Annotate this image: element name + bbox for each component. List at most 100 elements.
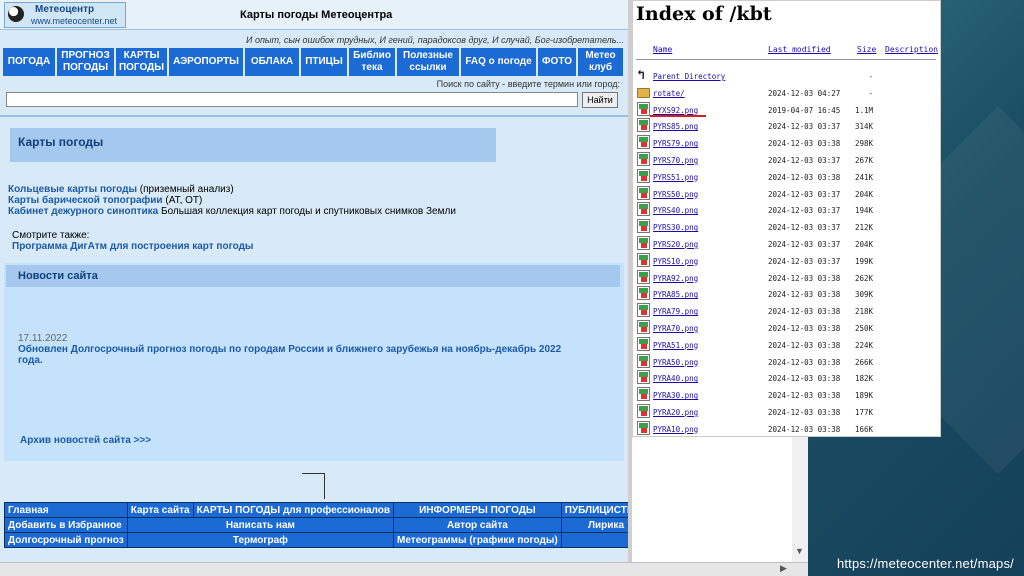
file-date: 2024-12-03 03:37 — [768, 156, 841, 165]
footer-sitemap[interactable]: Карта сайта — [126, 502, 194, 518]
file-row: PYRA40.png 2024-12-03 03:38 182K — [633, 370, 940, 387]
image-file-icon — [637, 202, 650, 217]
nav-item-links[interactable]: Полезные ссылки — [396, 47, 460, 77]
file-name-link[interactable]: PYRA50.png — [653, 358, 698, 367]
news-title: Новости сайта — [18, 270, 98, 282]
file-date: 2024-12-03 03:38 — [768, 139, 841, 149]
image-file-icon — [637, 118, 650, 133]
footer-home[interactable]: Главная — [4, 502, 128, 518]
file-name-link[interactable]: PYRS40.png — [653, 206, 698, 215]
vertical-scrollbar[interactable] — [792, 437, 808, 562]
file-name-link[interactable]: PYRS85.png — [653, 122, 698, 131]
nav-item-photo[interactable]: ФОТО — [537, 47, 577, 77]
news-item-link[interactable]: Обновлен Долгосрочный прогноз погоды по … — [18, 344, 588, 366]
baric-maps-link[interactable]: Карты барической топографии — [8, 195, 163, 206]
file-name-link[interactable]: PYRS51.png — [653, 173, 698, 182]
file-name-link[interactable]: PYRA20.png — [653, 408, 698, 417]
footer-publicism[interactable]: ПУБЛИЦИСТИКА — [560, 502, 628, 518]
footer-lyrics[interactable]: Лирика — [560, 517, 628, 533]
file-size: 241K — [855, 172, 874, 182]
file-name-link[interactable]: Parent Directory — [653, 72, 725, 81]
file-row: PYRS50.png 2024-12-03 03:37 204K — [633, 185, 940, 203]
scroll-down-icon[interactable]: ▼ — [795, 546, 804, 556]
cabinet-link[interactable]: Кабинет дежурного синоптика — [8, 206, 158, 217]
file-name-link[interactable]: PYRA51.png — [653, 341, 698, 350]
digatm-link[interactable]: Программа ДигАтм для построения карт пог… — [12, 241, 253, 252]
url-caption: https://meteocenter.net/maps/ — [836, 556, 1014, 571]
image-file-icon — [637, 252, 650, 267]
file-size: 166K — [855, 424, 874, 434]
search-input[interactable] — [6, 92, 578, 107]
footer-table: Главная Карта сайта КАРТЫ ПОГОДЫ для про… — [4, 502, 628, 548]
image-file-icon — [637, 269, 650, 284]
file-size: 177K — [855, 408, 874, 417]
file-date: 2024-12-03 03:38 — [768, 290, 841, 300]
news-archive-link[interactable]: Архив новостей сайта >>> — [20, 435, 151, 446]
nav-item-forecast[interactable]: ПРОГНОЗ ПОГОДЫ — [56, 47, 115, 77]
footer-favorites[interactable]: Добавить в Избранное — [4, 517, 128, 533]
file-row: PYRA50.png 2024-12-03 03:38 266K — [633, 353, 940, 371]
footer-meteograms[interactable]: Метеограммы (графики погоды) — [393, 532, 562, 548]
nav-item-airports[interactable]: АЭРОПОРТЫ — [168, 47, 244, 77]
horizontal-scrollbar[interactable] — [0, 562, 808, 576]
file-name-link[interactable]: PYRS20.png — [653, 240, 698, 249]
search-button[interactable]: Найти — [582, 92, 618, 108]
file-date: 2019-04-07 16:45 — [768, 105, 841, 115]
nav-item-weather[interactable]: ПОГОДА — [2, 47, 56, 77]
scroll-right-icon[interactable]: ▶ — [780, 563, 787, 574]
file-size: 194K — [855, 206, 874, 216]
ring-maps-link[interactable]: Кольцевые карты погоды — [8, 184, 137, 195]
footer-long-forecast[interactable]: Долгосрочный прогноз — [4, 532, 128, 548]
file-name-link[interactable]: rotate/ — [653, 89, 685, 98]
column-last-modified[interactable]: Last modified — [768, 45, 831, 54]
footer-author[interactable]: Автор сайта — [393, 517, 562, 533]
file-size: 224K — [855, 340, 874, 350]
file-name-link[interactable]: PYRS50.png — [653, 190, 698, 199]
column-name[interactable]: Name — [653, 45, 672, 54]
file-row: PYRS85.png 2024-12-03 03:37 314K — [633, 118, 940, 135]
file-name-link[interactable]: PYRS30.png — [653, 223, 698, 232]
file-date: 2024-12-03 03:38 — [768, 391, 841, 401]
file-name-link[interactable]: PYRA70.png — [653, 324, 698, 333]
file-name-link[interactable]: PYRA79.png — [653, 307, 698, 316]
image-file-icon — [637, 420, 650, 435]
header-divider — [0, 115, 628, 117]
nav-item-library[interactable]: Библио тека — [348, 47, 396, 77]
nav-item-faq[interactable]: FAQ о погоде — [460, 47, 537, 77]
nav-item-clouds[interactable]: ОБЛАКА — [244, 47, 300, 77]
image-file-icon — [637, 219, 650, 234]
footer-thermograph[interactable]: Термограф — [126, 532, 395, 548]
news-date: 17.11.2022 — [18, 333, 68, 344]
file-name-link[interactable]: PYXS92.png — [653, 106, 698, 115]
file-date: 2024-12-03 03:37 — [768, 256, 841, 266]
nav-item-club[interactable]: Метео клуб — [577, 47, 624, 77]
footer-pro-maps[interactable]: КАРТЫ ПОГОДЫ для профессионалов — [192, 502, 395, 518]
see-also-label: Смотрите также: — [12, 230, 90, 241]
file-name-link[interactable]: PYRA40.png — [653, 374, 698, 383]
nav-item-weather-maps[interactable]: КАРТЫ ПОГОДЫ — [115, 47, 168, 77]
baric-maps-desc: (АТ, ОТ) — [162, 195, 203, 206]
column-description[interactable]: Description — [885, 45, 938, 54]
file-name-link[interactable]: PYRS70.png — [653, 156, 698, 165]
file-name-link[interactable]: PYRA30.png — [653, 391, 698, 400]
footer-informers[interactable]: ИНФОРМЕРЫ ПОГОДЫ — [393, 502, 562, 518]
file-name-link[interactable]: PYRA85.png — [653, 290, 698, 299]
file-date: 2024-12-03 03:38 — [768, 408, 841, 417]
maps-line-cabinet: Кабинет дежурного синоптика Большая колл… — [8, 206, 456, 217]
file-row: rotate/2024-12-03 04:27 - — [633, 85, 940, 102]
nav-item-birds[interactable]: ПТИЦЫ — [300, 47, 348, 77]
file-name-link[interactable]: PYRA92.png — [653, 274, 698, 283]
file-size: 262K — [855, 273, 874, 283]
image-file-icon — [637, 404, 650, 418]
cabinet-desc: Большая коллекция карт погоды и спутнико… — [158, 206, 456, 217]
file-name-link[interactable]: PYRA10.png — [653, 425, 698, 434]
maps-line-baric: Карты барической топографии (АТ, ОТ) — [8, 195, 202, 206]
file-name-link[interactable]: PYRS79.png — [653, 139, 698, 148]
file-name-link[interactable]: PYRS10.png — [653, 257, 698, 266]
site-logo[interactable]: Метеоцентр www.meteocenter.net — [4, 2, 126, 28]
file-row: PYRA10.png 2024-12-03 03:38 166K — [633, 420, 940, 436]
footer-write-us[interactable]: Написать нам — [126, 517, 395, 533]
column-size[interactable]: Size — [857, 45, 876, 54]
news-panel: Новости сайта 17.11.2022 Обновлен Долгос… — [4, 263, 624, 461]
file-size: 1.1M — [855, 105, 874, 115]
